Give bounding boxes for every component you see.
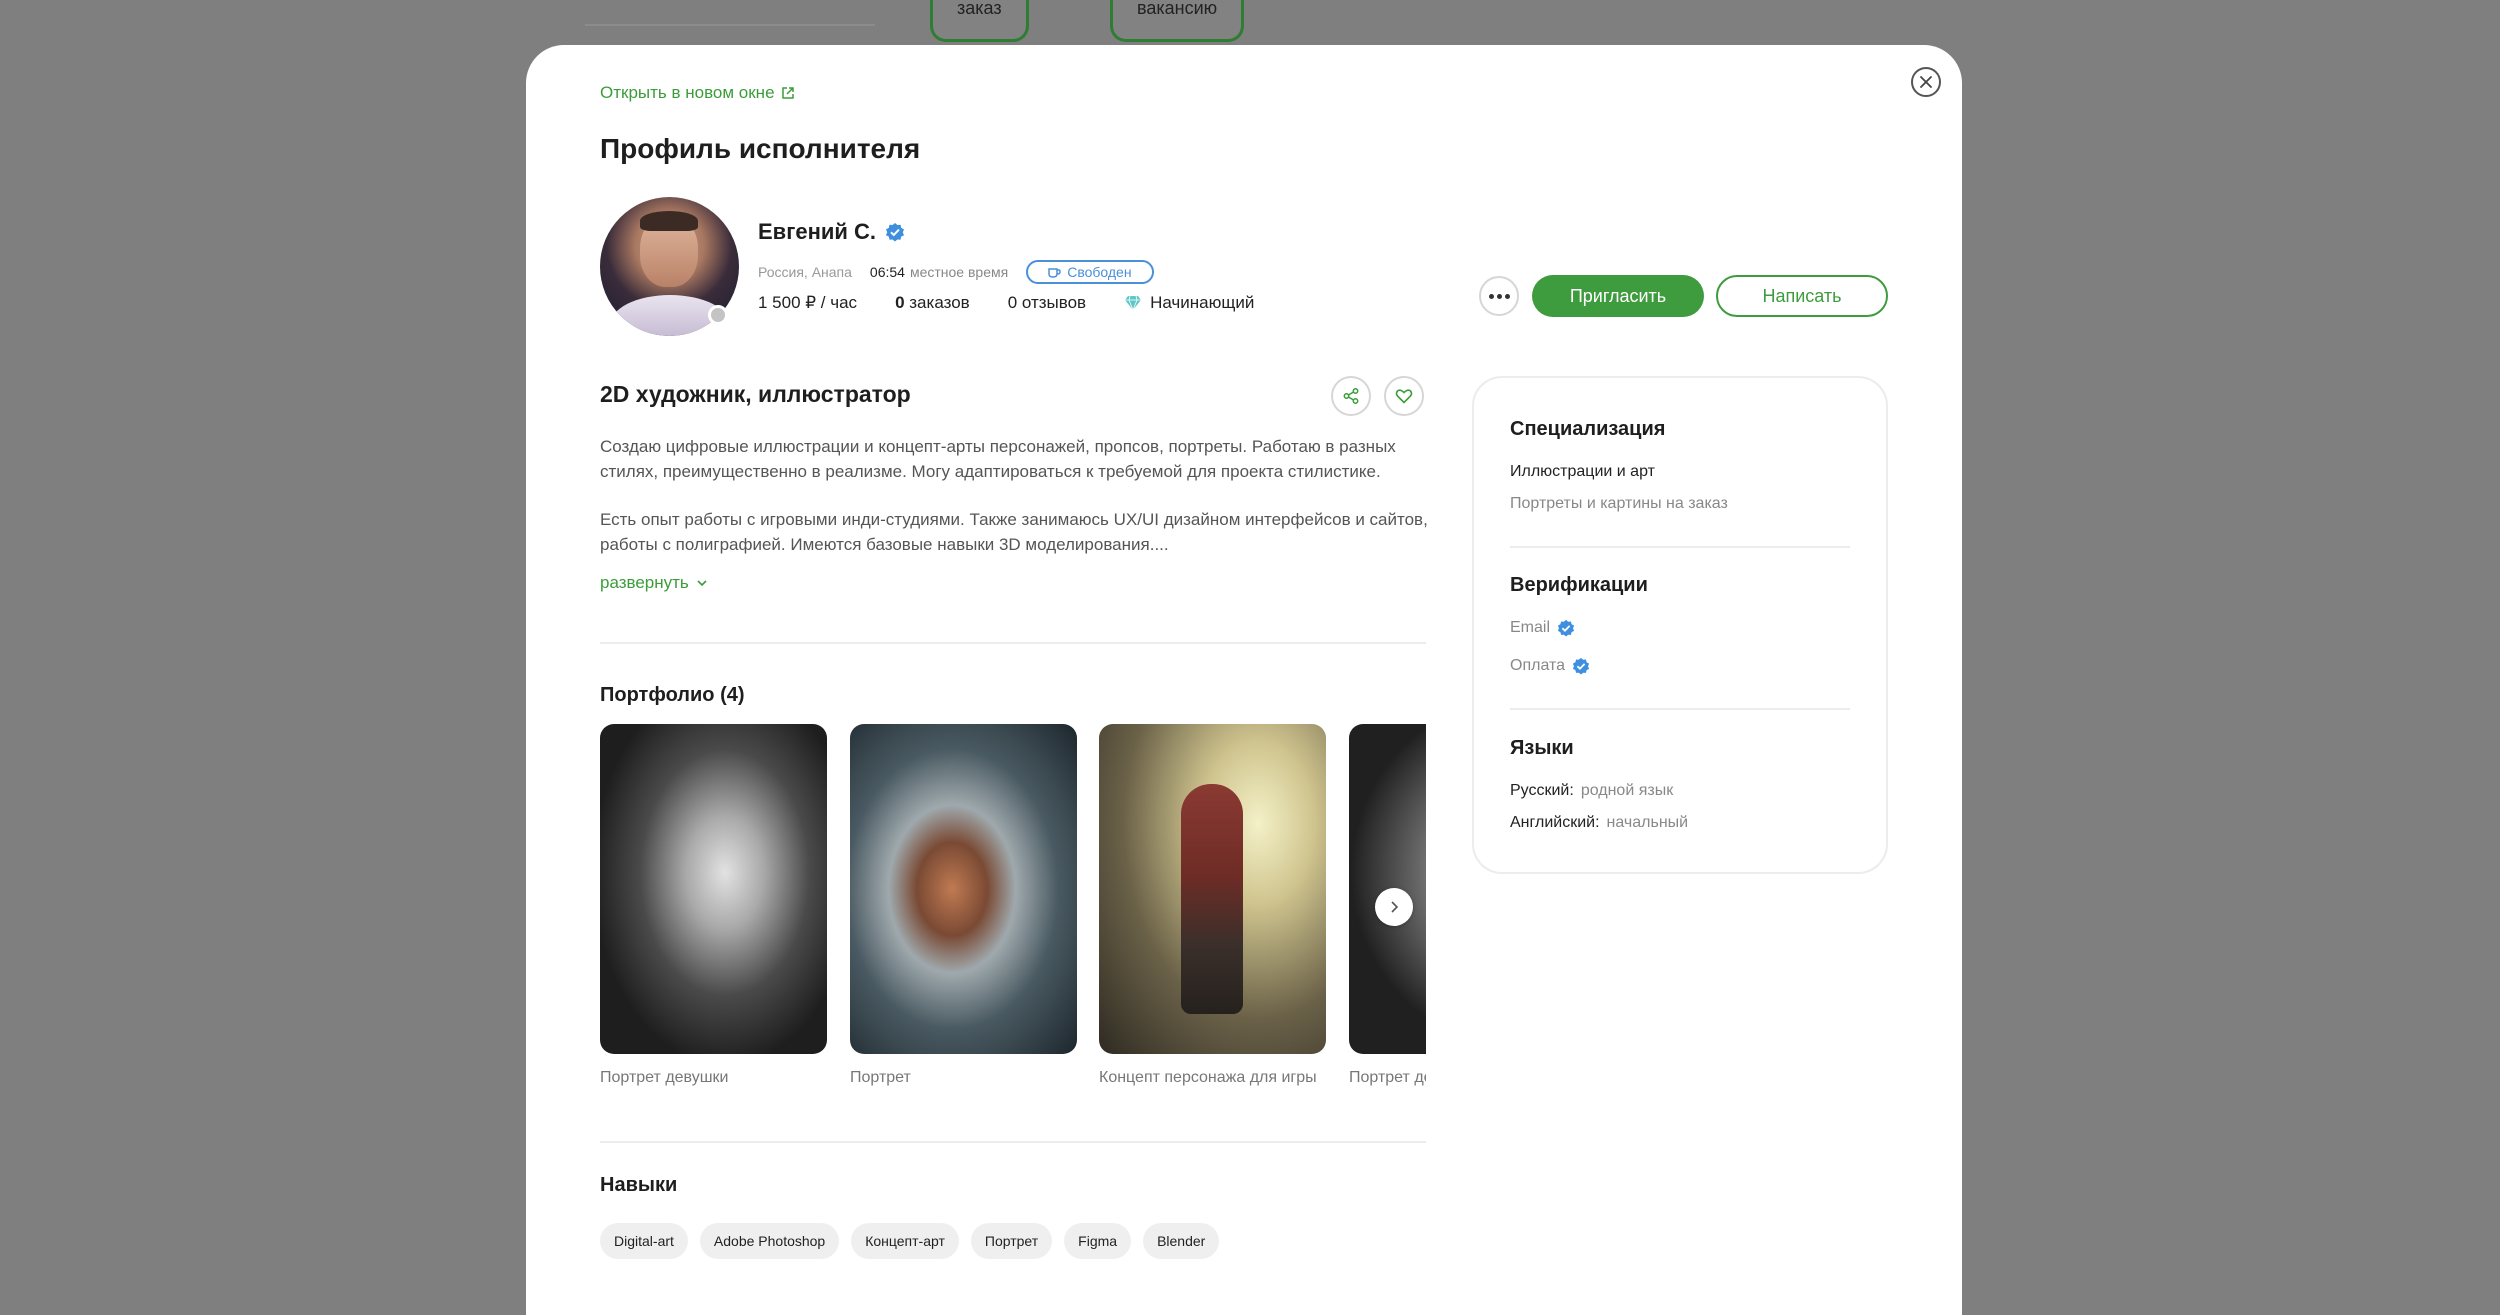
open-in-new-window-label: Открыть в новом окне <box>600 83 775 102</box>
skill-tag[interactable]: Figma <box>1064 1223 1132 1259</box>
background-order-button: заказ <box>930 0 1029 42</box>
orders-count-value: 0 <box>895 293 905 312</box>
location-text: Россия, Анапа <box>758 264 852 280</box>
language-name: Английский: <box>1510 814 1600 831</box>
language-level: родной язык <box>1580 782 1674 799</box>
write-message-button[interactable]: Написать <box>1716 275 1888 317</box>
external-link-icon <box>781 87 794 99</box>
background-divider <box>585 24 875 26</box>
profile-stats: 1 500 ₽ / час 0 заказов 0 отзывов Начина… <box>758 293 1254 313</box>
portfolio-item[interactable]: Концепт персонажа для игры <box>1099 724 1326 1087</box>
orders-count-label: заказов <box>909 293 970 312</box>
skills-title: Навыки <box>600 1174 678 1196</box>
diamond-icon <box>1125 295 1142 311</box>
skill-tag[interactable]: Портрет <box>970 1223 1053 1259</box>
heart-icon <box>1395 389 1413 404</box>
more-dot-icon <box>1496 293 1502 299</box>
portfolio-item[interactable]: Портрет <box>850 724 1077 1087</box>
more-dot-icon <box>1504 293 1510 299</box>
expand-label: развернуть <box>600 573 689 592</box>
close-icon <box>1920 76 1932 88</box>
portfolio-image[interactable] <box>1099 724 1326 1054</box>
favorite-button[interactable] <box>1384 376 1424 416</box>
portfolio-image[interactable] <box>850 724 1077 1054</box>
chevron-right-icon <box>1391 901 1399 913</box>
verifications-title: Верификации <box>1510 574 1648 596</box>
chevron-down-icon <box>697 580 707 587</box>
section-divider <box>600 1141 1426 1143</box>
coffee-icon <box>1048 267 1061 278</box>
skill-tag[interactable]: Adobe Photoshop <box>699 1223 840 1259</box>
skill-tag[interactable]: Концепт-арт <box>851 1223 959 1259</box>
verified-badge-icon <box>886 223 905 242</box>
verified-check-icon <box>1572 657 1590 675</box>
profile-meta: Россия, Анапа 06:54 местное время Свобод… <box>758 260 1154 284</box>
verification-payment-label: Оплата <box>1510 657 1566 674</box>
status-badge: Свободен <box>1026 260 1154 284</box>
portfolio-title: Портфолио (4) <box>600 684 745 706</box>
online-status-dot <box>708 305 728 325</box>
description-paragraph-1: Создаю цифровые иллюстрации и концепт-ар… <box>600 434 1430 484</box>
specialization-sub: Портреты и картины на заказ <box>1510 495 1728 512</box>
language-name: Русский: <box>1510 782 1574 799</box>
description-line: работы с полиграфией. Имеются базовые на… <box>600 535 1169 554</box>
status-badge-label: Свободен <box>1067 264 1132 280</box>
verified-check-icon <box>1557 619 1575 637</box>
reviews-count[interactable]: 0 отзывов <box>1008 293 1086 313</box>
portfolio-item[interactable]: Портрет девушки <box>600 724 827 1087</box>
description-line: Создаю цифровые иллюстрации и концепт-ар… <box>600 437 1396 456</box>
sidebar-divider <box>1510 708 1850 710</box>
description-line: Есть опыт работы с игровыми инди-студиям… <box>600 510 1428 529</box>
share-button[interactable] <box>1331 376 1371 416</box>
portfolio-caption: Концепт персонажа для игры <box>1099 1069 1317 1086</box>
specialization-main: Иллюстрации и арт <box>1510 463 1655 480</box>
freelancer-headline: 2D художник, иллюстратор <box>600 381 911 407</box>
verification-email-label: Email <box>1510 619 1551 636</box>
description-paragraph-2: Есть опыт работы с игровыми инди-студиям… <box>600 507 1430 557</box>
page-title: Профиль исполнителя <box>600 133 921 164</box>
carousel-next-button[interactable] <box>1375 888 1413 926</box>
portfolio-image[interactable] <box>600 724 827 1054</box>
portfolio-carousel: Портрет девушки Портрет Концепт персонаж… <box>600 724 1426 1094</box>
local-time-label: местное время <box>909 264 1009 280</box>
orders-count: 0 заказов <box>895 293 970 313</box>
expand-description-link[interactable]: развернуть <box>600 573 709 593</box>
verification-payment: Оплата <box>1510 657 1590 675</box>
description-line: стилях, преимущественно в реализме. Могу… <box>600 462 1381 481</box>
verification-email: Email <box>1510 619 1575 637</box>
skill-tag[interactable]: Digital-art <box>600 1223 688 1259</box>
language-russian: Русский: родной язык <box>1510 782 1673 800</box>
more-options-button[interactable] <box>1479 276 1519 316</box>
experience-level-label: Начинающий <box>1150 293 1255 312</box>
open-in-new-window-link[interactable]: Открыть в новом окне <box>600 83 795 103</box>
local-time: 06:54 <box>869 264 905 280</box>
close-button[interactable] <box>1911 67 1941 97</box>
languages-title: Языки <box>1510 737 1574 759</box>
skill-tag[interactable]: Blender <box>1143 1223 1220 1259</box>
language-level: начальный <box>1606 814 1689 831</box>
specialization-title: Специализация <box>1510 418 1666 440</box>
skills-list: Digital-art Adobe Photoshop Концепт-арт … <box>600 1223 1220 1259</box>
section-divider <box>600 642 1426 644</box>
sidebar-divider <box>1510 546 1850 548</box>
more-dot-icon <box>1488 293 1494 299</box>
freelancer-name: Евгений С. <box>758 219 905 245</box>
hourly-rate: 1 500 ₽ / час <box>758 293 858 312</box>
freelancer-name-text: Евгений С. <box>758 219 877 244</box>
portfolio-caption: Портрет де <box>1349 1069 1426 1086</box>
language-english: Английский: начальный <box>1510 814 1688 832</box>
background-vacancy-button: вакансию <box>1110 0 1245 42</box>
invite-button[interactable]: Пригласить <box>1532 275 1704 317</box>
share-icon <box>1343 388 1359 404</box>
portfolio-caption: Портрет <box>850 1069 911 1086</box>
portfolio-caption: Портрет девушки <box>600 1069 729 1086</box>
experience-level: Начинающий <box>1124 293 1254 313</box>
